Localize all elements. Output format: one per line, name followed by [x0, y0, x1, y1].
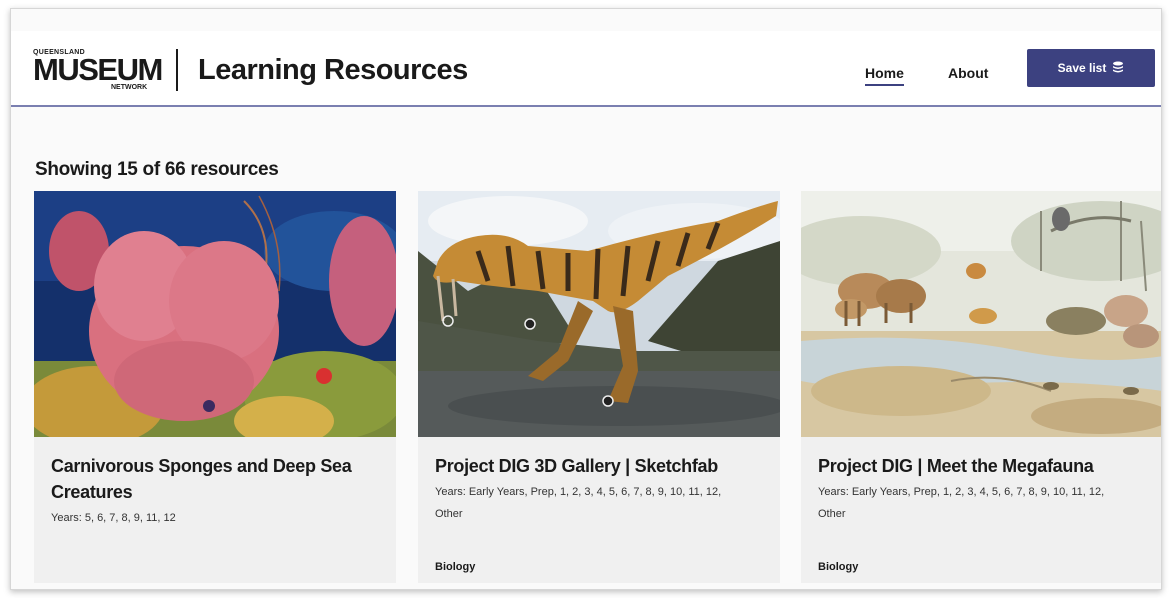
card-subject: Biology — [435, 561, 476, 573]
card-title[interactable]: Carnivorous Sponges and Deep Sea Creatur… — [51, 453, 381, 505]
nav-home-link[interactable]: Home — [865, 65, 904, 86]
museum-logo[interactable]: QUEENSLAND MUSEUM NETWORK — [33, 49, 163, 93]
resource-card[interactable]: Project DIG | Meet the Megafauna Years: … — [801, 191, 1161, 583]
nav-about-link[interactable]: About — [948, 65, 988, 81]
logo-divider — [176, 49, 178, 91]
card-years: Years: Early Years, Prep, 1, 2, 3, 4, 5,… — [818, 486, 1105, 520]
list-stack-icon — [1112, 61, 1124, 76]
card-image-megafauna[interactable] — [801, 191, 1161, 437]
card-years: Years: 5, 6, 7, 8, 9, 11, 12 — [51, 512, 176, 524]
browser-viewport: QUEENSLAND MUSEUM NETWORK Learning Resou… — [10, 8, 1162, 590]
site-header: QUEENSLAND MUSEUM NETWORK Learning Resou… — [11, 31, 1161, 107]
save-list-button[interactable]: Save list — [1027, 49, 1155, 87]
resource-card[interactable]: Project DIG 3D Gallery | Sketchfab Years… — [418, 191, 780, 583]
card-title[interactable]: Project DIG 3D Gallery | Sketchfab — [435, 453, 765, 479]
logo-network-text: NETWORK — [111, 84, 148, 91]
site-title[interactable]: Learning Resources — [198, 54, 468, 87]
card-image-dinosaur[interactable] — [418, 191, 780, 437]
logo-museum-text: MUSEUM — [33, 52, 163, 87]
card-years: Years: Early Years, Prep, 1, 2, 3, 4, 5,… — [435, 486, 722, 520]
card-image-coral[interactable] — [34, 191, 396, 437]
resource-card[interactable]: Carnivorous Sponges and Deep Sea Creatur… — [34, 191, 396, 583]
card-title[interactable]: Project DIG | Meet the Megafauna — [818, 453, 1148, 479]
results-count: Showing 15 of 66 resources — [35, 159, 279, 180]
save-list-label: Save list — [1057, 61, 1107, 75]
card-subject: Biology — [818, 561, 859, 573]
